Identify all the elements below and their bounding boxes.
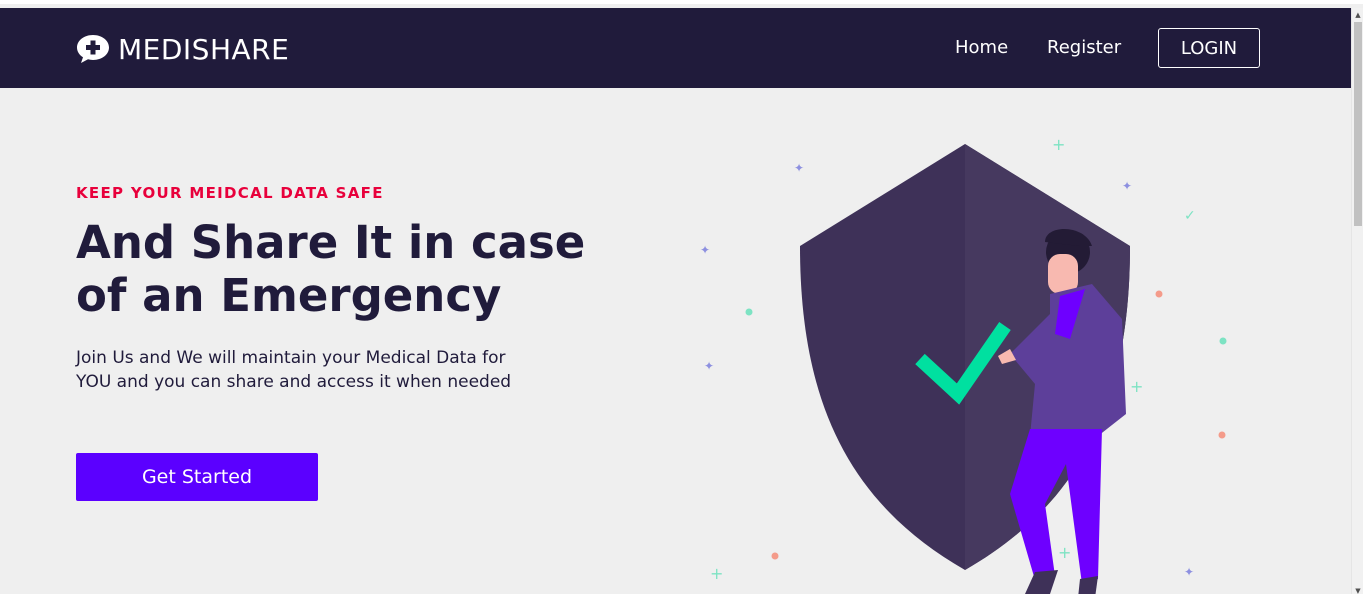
shield-person-illustration: + ✦ ✦ ✓ ✦ ✦ + + + ✦ (700, 135, 1227, 594)
svg-text:+: + (1052, 135, 1065, 154)
svg-text:✦: ✦ (1122, 179, 1132, 193)
brand-name: MEDISHARE (118, 32, 290, 66)
nav-link-home[interactable]: Home (955, 37, 1008, 58)
login-button[interactable]: LOGIN (1158, 28, 1260, 68)
svg-text:+: + (710, 564, 723, 583)
svg-text:✦: ✦ (704, 359, 714, 373)
svg-text:+: + (1058, 543, 1071, 562)
svg-text:+: + (1130, 377, 1143, 396)
scroll-up-arrow-icon[interactable]: ▲ (1354, 10, 1362, 20)
svg-text:✦: ✦ (794, 161, 804, 175)
scroll-down-arrow-icon[interactable]: ▼ (1354, 586, 1362, 594)
svg-text:✓: ✓ (1184, 208, 1196, 224)
svg-text:✦: ✦ (1184, 565, 1194, 579)
get-started-button[interactable]: Get Started (76, 453, 318, 501)
hero-tagline: KEEP YOUR MEIDCAL DATA SAFE (76, 184, 384, 202)
svg-text:✦: ✦ (700, 243, 710, 257)
scroll-thumb[interactable] (1354, 22, 1362, 226)
brand-logo[interactable]: MEDISHARE (76, 32, 289, 66)
hero-description: Join Us and We will maintain your Medica… (76, 348, 512, 392)
page-scrollbar[interactable]: ▲ ▼ (1351, 8, 1363, 594)
nav-link-register[interactable]: Register (1047, 37, 1121, 58)
hero-headline: And Share It in case of an Emergency (76, 216, 586, 322)
navbar: MEDISHARE Home Register LOGIN (0, 8, 1351, 88)
medical-chat-bubble-icon (77, 35, 109, 63)
